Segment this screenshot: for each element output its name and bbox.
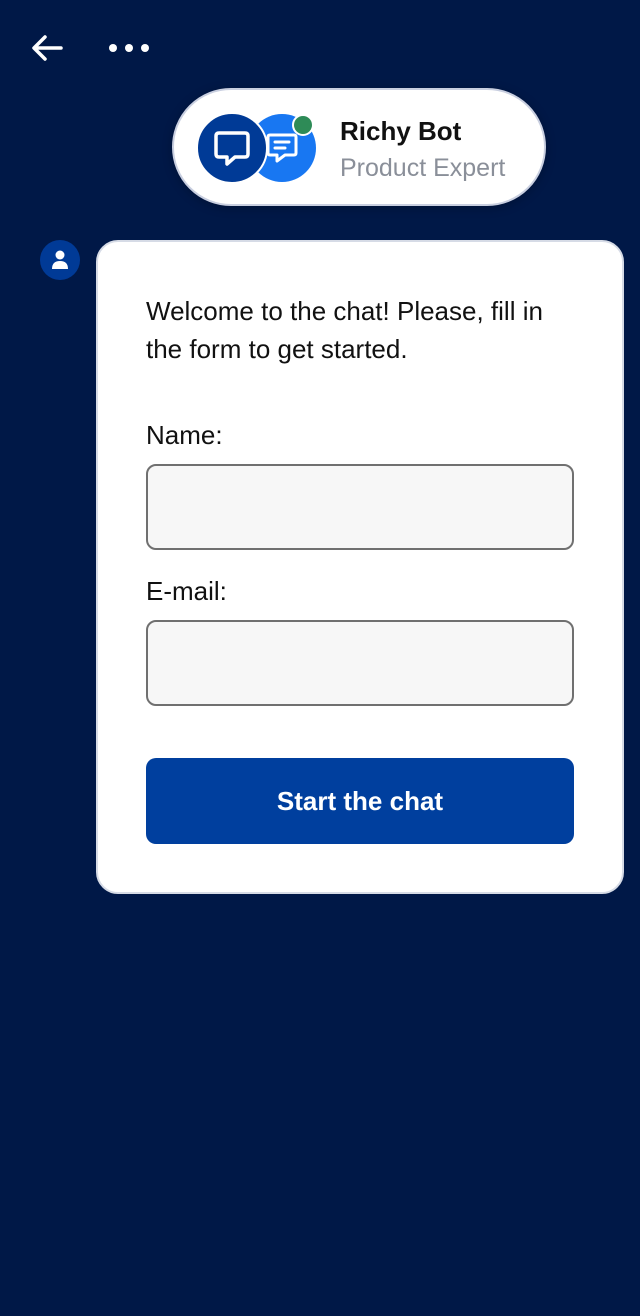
chat-bubble-icon — [266, 133, 298, 163]
user-icon — [52, 250, 68, 269]
agent-name: Richy Bot — [340, 116, 462, 146]
agent-avatar — [196, 112, 268, 184]
online-status-dot — [292, 114, 314, 136]
welcome-message: Welcome to the chat! Please, fill in the… — [146, 296, 543, 364]
agent-header: Richy Bot Product Expert — [172, 88, 546, 206]
email-label: E-mail: — [146, 576, 227, 606]
message-avatar — [40, 240, 80, 280]
arrow-left-icon — [32, 35, 63, 61]
chat-window: Richy Bot Product Expert Welcome to the … — [0, 0, 640, 1316]
start-chat-button[interactable]: Start the chat — [146, 758, 574, 844]
name-input[interactable] — [146, 464, 574, 550]
back-button[interactable] — [26, 28, 68, 68]
chat-bubble-icon — [214, 131, 250, 166]
email-input[interactable] — [146, 620, 574, 706]
prechat-form-card: Welcome to the chat! Please, fill in the… — [96, 240, 624, 894]
name-label: Name: — [146, 420, 223, 450]
top-bar — [0, 0, 640, 96]
agent-avatar-group — [196, 112, 320, 186]
more-options-button[interactable] — [104, 28, 154, 68]
agent-role: Product Expert — [340, 154, 506, 182]
more-horizontal-icon — [109, 44, 149, 52]
